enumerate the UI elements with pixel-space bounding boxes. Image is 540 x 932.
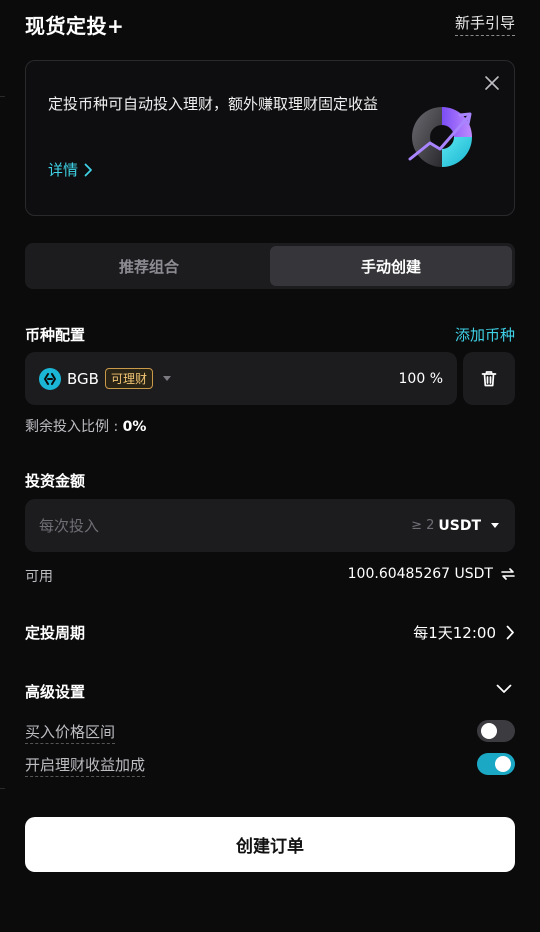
promo-banner: 定投币种可自动投入理财，额外赚取理财固定收益 详情 xyxy=(25,60,515,216)
investment-amount-label: 投资金额 xyxy=(25,472,86,490)
bgb-coin-icon xyxy=(39,367,61,390)
earn-badge: 可理财 xyxy=(104,368,153,389)
investment-field: ≥ 2 USDT xyxy=(25,499,515,552)
remaining-ratio-label: 剩余投入比例 : xyxy=(25,419,119,435)
caret-down-icon[interactable] xyxy=(162,376,171,381)
chevron-right-icon xyxy=(506,625,514,640)
price-range-label: 买入价格区间 xyxy=(25,721,116,744)
earn-boost-label: 开启理财收益加成 xyxy=(25,754,146,777)
close-icon[interactable] xyxy=(484,75,500,91)
caret-down-icon[interactable] xyxy=(491,523,499,528)
edge-divider xyxy=(0,788,5,789)
add-coin-button[interactable]: 添加币种 xyxy=(455,324,515,345)
coin-config-label: 币种配置 xyxy=(25,326,86,344)
advanced-settings-label[interactable]: 高级设置 xyxy=(25,681,85,702)
banner-text: 定投币种可自动投入理财，额外赚取理财固定收益 xyxy=(48,95,379,113)
currency-unit[interactable]: USDT xyxy=(438,518,481,534)
coin-percent[interactable]: 100 % xyxy=(399,371,443,387)
available-label: 可用 xyxy=(25,569,53,585)
price-range-toggle[interactable] xyxy=(477,720,515,742)
chevron-down-icon[interactable] xyxy=(496,684,512,694)
available-value: 100.60485267 USDT xyxy=(347,566,493,582)
period-selector[interactable]: 每1天12:00 xyxy=(413,622,515,643)
page-title: 现货定投+ xyxy=(25,14,125,38)
swap-icon[interactable] xyxy=(501,568,515,580)
banner-details-link[interactable]: 详情 xyxy=(48,159,93,180)
creation-mode-tabs: 推荐组合 手动创建 xyxy=(25,243,515,289)
coin-selector[interactable]: BGB 可理财 100 % xyxy=(25,352,457,405)
earn-boost-toggle[interactable] xyxy=(477,753,515,775)
banner-details-label: 详情 xyxy=(48,161,79,179)
toggle-knob xyxy=(481,723,497,739)
trash-icon xyxy=(481,371,497,387)
period-label: 定投周期 xyxy=(25,624,86,642)
coin-name: BGB xyxy=(67,369,99,388)
chevron-right-icon xyxy=(84,163,92,176)
tab-recommended[interactable]: 推荐组合 xyxy=(28,246,270,286)
create-order-button[interactable]: 创建订单 xyxy=(25,817,515,872)
remaining-ratio: 剩余投入比例 : 0% xyxy=(25,416,146,436)
period-value: 每1天12:00 xyxy=(413,624,496,642)
amount-input[interactable] xyxy=(39,516,412,535)
min-amount: ≥ 2 xyxy=(411,518,435,533)
remaining-ratio-value: 0% xyxy=(122,419,147,435)
tab-manual[interactable]: 手动创建 xyxy=(270,246,512,286)
delete-coin-button[interactable] xyxy=(463,352,515,405)
available-balance: 100.60485267 USDT xyxy=(348,566,515,582)
edge-divider xyxy=(0,96,5,97)
toggle-knob xyxy=(495,756,511,772)
chart-growth-icon xyxy=(408,107,472,167)
beginner-guide-link[interactable]: 新手引导 xyxy=(454,12,515,36)
